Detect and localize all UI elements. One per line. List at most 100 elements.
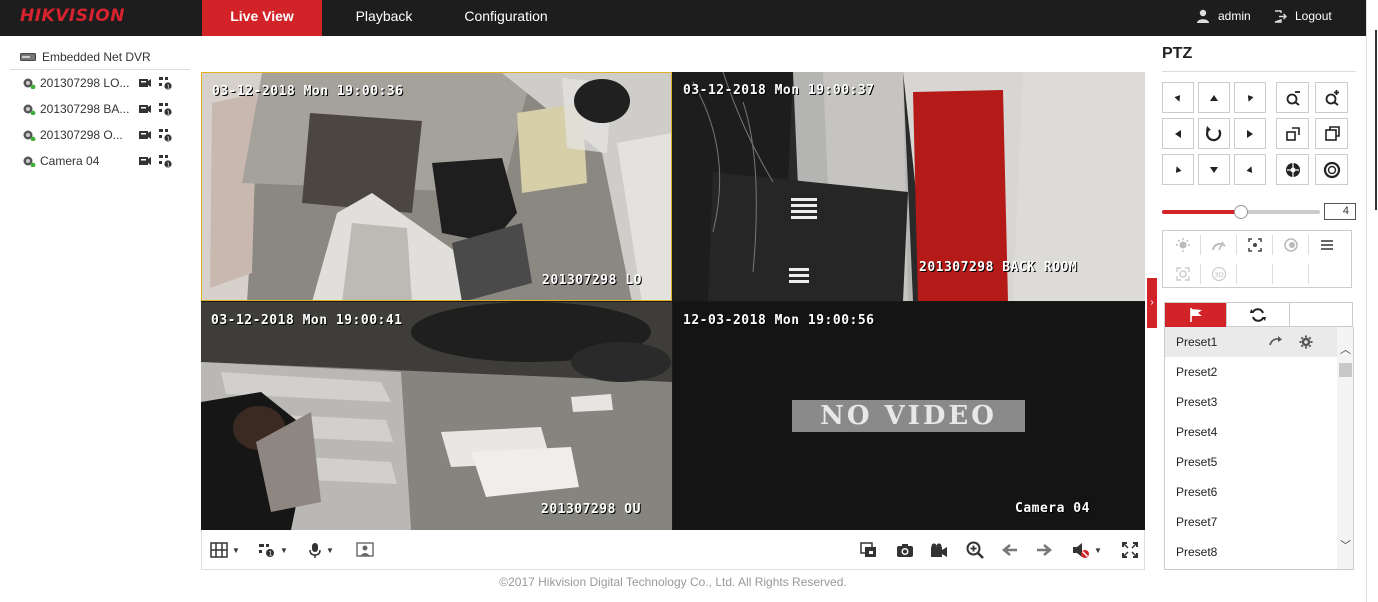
ptz-panel-toggle[interactable]: › <box>1147 278 1157 328</box>
ptz-right-button[interactable] <box>1234 118 1266 149</box>
tree-root-dvr[interactable]: Embedded Net DVR <box>10 44 190 70</box>
iris-open-button[interactable] <box>1276 154 1309 185</box>
volume-button[interactable]: ▼ <box>1072 540 1102 560</box>
ptz-down-right-button[interactable] <box>1234 154 1266 185</box>
tracking-icon <box>1175 267 1190 281</box>
iris-close-button[interactable] <box>1315 154 1348 185</box>
stop-all-preview-button[interactable] <box>860 540 878 560</box>
tab-playback[interactable]: Playback <box>342 0 426 36</box>
logout-button[interactable]: Logout <box>1274 9 1332 23</box>
stream-select-icon[interactable]: 1 <box>158 76 172 90</box>
3d-positioning-button[interactable]: 3D <box>1201 264 1237 284</box>
stream-select-icon[interactable]: 1 <box>158 102 172 116</box>
live-video-grid[interactable]: 03-12-2018 Mon 19:00:36 201307298 LO 03-… <box>201 72 1145 530</box>
logout-icon <box>1274 9 1287 23</box>
lens-init-button[interactable] <box>1273 235 1309 255</box>
previous-page-button[interactable] <box>1002 540 1018 560</box>
fullscreen-button[interactable] <box>1122 540 1138 560</box>
arrow-right-icon <box>1247 129 1253 138</box>
stream-type-button[interactable]: 1 ▼ <box>258 540 288 560</box>
start-preview-icon[interactable] <box>138 128 152 140</box>
function-slot-10 <box>1309 264 1345 284</box>
tree-camera-item[interactable]: Camera 04 1 <box>10 148 190 174</box>
hikvision-logo: HIKVISION <box>20 6 125 26</box>
zoom-in-icon <box>966 541 984 559</box>
start-preview-icon[interactable] <box>138 76 152 88</box>
digital-zoom-button[interactable] <box>966 540 984 560</box>
audio-talk-button[interactable]: ▼ <box>308 540 334 560</box>
window-layout-button[interactable]: ▼ <box>210 540 240 560</box>
start-preview-icon[interactable] <box>138 102 152 114</box>
dvr-icon <box>20 52 36 61</box>
image-adjust-button[interactable] <box>356 540 374 560</box>
stream-select-icon[interactable]: 1 <box>158 128 172 142</box>
tree-camera-label: Camera 04 <box>40 154 100 168</box>
tab-presets[interactable] <box>1165 303 1228 327</box>
next-page-button[interactable] <box>1036 540 1052 560</box>
ptz-speed-slider[interactable] <box>1162 205 1320 219</box>
auxiliary-focus-button[interactable] <box>1237 235 1273 255</box>
zoom-in-button[interactable] <box>1315 82 1348 113</box>
focus-far-icon <box>1324 125 1340 141</box>
ptz-up-left-button[interactable] <box>1162 82 1194 113</box>
stream-icon: 1 <box>259 544 274 558</box>
tab-patrols[interactable] <box>1227 303 1290 327</box>
username: admin <box>1218 9 1251 23</box>
video-pane-2[interactable]: 03-12-2018 Mon 19:00:37 201307298 BACK R… <box>673 72 1145 301</box>
preset-item[interactable]: Preset8 <box>1165 537 1337 567</box>
preset-item[interactable]: Preset4 <box>1165 417 1337 447</box>
preset-item[interactable]: Preset3 <box>1165 387 1337 417</box>
user-menu[interactable]: admin <box>1196 9 1251 23</box>
call-preset-icon[interactable] <box>1269 335 1283 347</box>
chevron-down-icon[interactable]: ﹀ <box>1337 537 1353 553</box>
scrollbar-thumb[interactable] <box>1375 30 1377 210</box>
ptz-tab-strip <box>1164 302 1353 327</box>
preset-scroll-thumb[interactable] <box>1339 363 1352 377</box>
ptz-up-button[interactable] <box>1198 82 1230 113</box>
menu-button[interactable] <box>1309 235 1345 255</box>
preset-item[interactable]: Preset6 <box>1165 477 1337 507</box>
preset-list: Preset1 Preset2 Preset3 Preset4 Preset5 Prese… <box>1164 327 1354 570</box>
capture-button[interactable] <box>896 540 914 560</box>
chevron-up-icon[interactable]: ︿ <box>1337 341 1353 357</box>
tree-camera-item[interactable]: 201307298 BA... 1 <box>10 96 190 122</box>
light-button[interactable] <box>1165 235 1201 255</box>
tab-pattern[interactable] <box>1290 303 1352 327</box>
wiper-button[interactable] <box>1201 235 1237 255</box>
ptz-left-button[interactable] <box>1162 118 1194 149</box>
preset-item[interactable]: Preset2 <box>1165 357 1337 387</box>
preset-item[interactable]: Preset1 <box>1165 327 1337 357</box>
video-pane-1[interactable]: 03-12-2018 Mon 19:00:36 201307298 LO <box>201 72 672 301</box>
video-pane-4[interactable]: 12-03-2018 Mon 19:00:56 NO VIDEO Camera … <box>673 302 1145 530</box>
svg-text:1: 1 <box>269 551 273 558</box>
tab-configuration[interactable]: Configuration <box>452 0 560 36</box>
speed-slider-thumb[interactable] <box>1234 205 1248 219</box>
tree-camera-item[interactable]: 201307298 LO... 1 <box>10 70 190 96</box>
tree-camera-item[interactable]: 201307298 O... 1 <box>10 122 190 148</box>
manual-tracking-button[interactable] <box>1165 264 1201 284</box>
grid-layout-icon <box>210 542 228 558</box>
camera-icon <box>897 543 913 557</box>
ptz-auto-button[interactable] <box>1198 118 1230 149</box>
focus-far-button[interactable] <box>1315 118 1348 149</box>
focus-near-button[interactable] <box>1276 118 1309 149</box>
ptz-up-right-button[interactable] <box>1234 82 1266 113</box>
tab-live-view[interactable]: Live View <box>202 0 322 36</box>
chevron-right-icon: › <box>1150 297 1154 308</box>
svg-text:3D: 3D <box>1214 271 1223 279</box>
record-button[interactable] <box>930 540 948 560</box>
pane-1-timestamp: 03-12-2018 Mon 19:00:36 <box>212 84 404 99</box>
logout-label: Logout <box>1295 9 1332 23</box>
stream-select-icon[interactable]: 1 <box>158 154 172 168</box>
ptz-down-button[interactable] <box>1198 154 1230 185</box>
preset-list-scrollbar[interactable]: ︿ ﹀ <box>1337 327 1353 569</box>
window-scrollbar[interactable] <box>1366 0 1378 602</box>
camera-online-icon <box>23 130 36 141</box>
video-pane-3[interactable]: 03-12-2018 Mon 19:00:41 201307298 OU <box>201 302 672 530</box>
zoom-out-button[interactable] <box>1276 82 1309 113</box>
preset-item[interactable]: Preset7 <box>1165 507 1337 537</box>
ptz-down-left-button[interactable] <box>1162 154 1194 185</box>
gear-icon[interactable] <box>1299 335 1313 349</box>
start-preview-icon[interactable] <box>138 154 152 166</box>
preset-item[interactable]: Preset5 <box>1165 447 1337 477</box>
